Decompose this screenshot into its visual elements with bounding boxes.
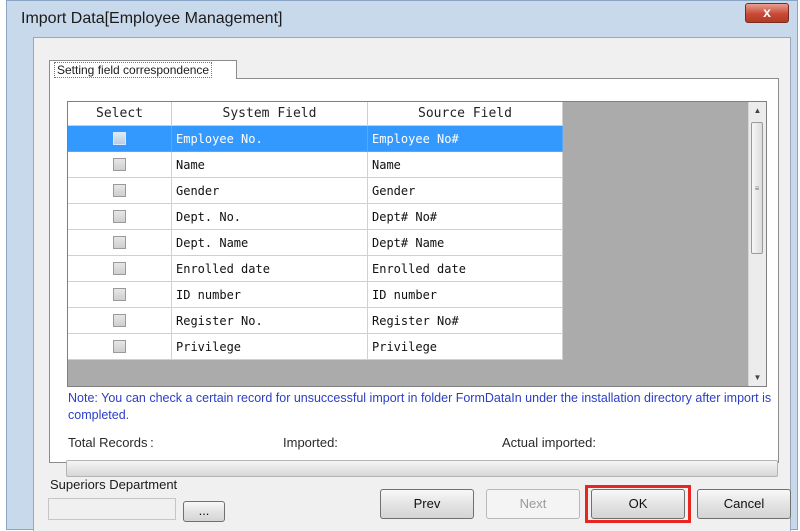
- select-checkbox[interactable]: [113, 288, 126, 301]
- tab-setting-field-correspondence[interactable]: Setting field correspondence: [49, 60, 237, 79]
- browse-button[interactable]: ...: [183, 501, 225, 522]
- source-field-cell[interactable]: Employee No#: [368, 126, 563, 152]
- header-source-field[interactable]: Source Field: [368, 102, 563, 126]
- source-field-cell[interactable]: ID number: [368, 282, 563, 308]
- grid-vertical-scrollbar[interactable]: ▲ ≡ ▼: [748, 102, 766, 386]
- prev-button[interactable]: Prev: [380, 489, 474, 519]
- next-button[interactable]: Next: [486, 489, 580, 519]
- scroll-up-icon[interactable]: ▲: [749, 102, 766, 119]
- system-field-cell: Dept. Name: [172, 230, 368, 256]
- title-bar: Import Data[Employee Management] x: [7, 1, 797, 37]
- select-cell: [68, 282, 172, 308]
- select-cell: [68, 308, 172, 334]
- import-progress-bar: [66, 460, 778, 477]
- system-field-cell: Privilege: [172, 334, 368, 360]
- select-checkbox[interactable]: [113, 132, 126, 145]
- field-mapping-grid: Select System Field Source Field Employe…: [67, 101, 767, 387]
- header-system-field[interactable]: System Field: [172, 102, 368, 126]
- select-cell: [68, 256, 172, 282]
- superiors-department-label: Superiors Department: [50, 477, 178, 492]
- import-note: Note: You can check a certain record for…: [68, 391, 772, 422]
- close-button[interactable]: x: [745, 3, 789, 23]
- system-field-cell: Dept. No.: [172, 204, 368, 230]
- table-row[interactable]: Gender Gender: [68, 178, 563, 204]
- table-row[interactable]: Register No. Register No#: [68, 308, 563, 334]
- source-field-cell[interactable]: Dept# Name: [368, 230, 563, 256]
- superiors-department-field[interactable]: [48, 498, 176, 520]
- grid-header: Select System Field Source Field: [68, 102, 563, 126]
- select-cell: [68, 204, 172, 230]
- total-records-label: Total Records :: [68, 435, 154, 450]
- window-title: Import Data[Employee Management]: [21, 10, 283, 27]
- source-field-cell[interactable]: Name: [368, 152, 563, 178]
- tab-label: Setting field correspondence: [54, 62, 213, 78]
- system-field-cell: Gender: [172, 178, 368, 204]
- grid-rows: Employee No. Employee No# Name Name Gender Ge…: [68, 126, 563, 360]
- scroll-thumb[interactable]: ≡: [751, 122, 763, 254]
- select-checkbox[interactable]: [113, 262, 126, 275]
- scroll-down-icon[interactable]: ▼: [749, 369, 766, 386]
- source-field-cell[interactable]: Register No#: [368, 308, 563, 334]
- select-cell: [68, 152, 172, 178]
- select-cell: [68, 230, 172, 256]
- source-field-cell[interactable]: Enrolled date: [368, 256, 563, 282]
- system-field-cell: Enrolled date: [172, 256, 368, 282]
- select-checkbox[interactable]: [113, 340, 126, 353]
- table-row[interactable]: ID number ID number: [68, 282, 563, 308]
- table-row[interactable]: Name Name: [68, 152, 563, 178]
- system-field-cell: Register No.: [172, 308, 368, 334]
- ok-highlight-annotation: [585, 485, 691, 523]
- cancel-button[interactable]: Cancel: [697, 489, 791, 519]
- select-cell: [68, 126, 172, 152]
- select-cell: [68, 178, 172, 204]
- table-row[interactable]: Privilege Privilege: [68, 334, 563, 360]
- tab-panel: Select System Field Source Field Employe…: [49, 78, 779, 477]
- system-field-cell: Name: [172, 152, 368, 178]
- imported-label: Imported:: [283, 435, 338, 450]
- select-checkbox[interactable]: [113, 236, 126, 249]
- source-field-cell[interactable]: Privilege: [368, 334, 563, 360]
- select-cell: [68, 334, 172, 360]
- select-checkbox[interactable]: [113, 210, 126, 223]
- select-checkbox[interactable]: [113, 314, 126, 327]
- system-field-cell: ID number: [172, 282, 368, 308]
- header-select[interactable]: Select: [68, 102, 172, 126]
- table-row[interactable]: Enrolled date Enrolled date: [68, 256, 563, 282]
- select-checkbox[interactable]: [113, 184, 126, 197]
- import-data-window: Import Data[Employee Management] x Setti…: [6, 0, 798, 531]
- dialog-client-area: Setting field correspondence Select Syst…: [33, 37, 791, 531]
- grip-icon: ≡: [754, 184, 760, 193]
- source-field-cell[interactable]: Dept# No#: [368, 204, 563, 230]
- actual-imported-label: Actual imported:: [502, 435, 596, 450]
- select-checkbox[interactable]: [113, 158, 126, 171]
- source-field-cell[interactable]: Gender: [368, 178, 563, 204]
- system-field-cell: Employee No.: [172, 126, 368, 152]
- table-row[interactable]: Dept. No. Dept# No#: [68, 204, 563, 230]
- table-row[interactable]: Employee No. Employee No#: [68, 126, 563, 152]
- table-row[interactable]: Dept. Name Dept# Name: [68, 230, 563, 256]
